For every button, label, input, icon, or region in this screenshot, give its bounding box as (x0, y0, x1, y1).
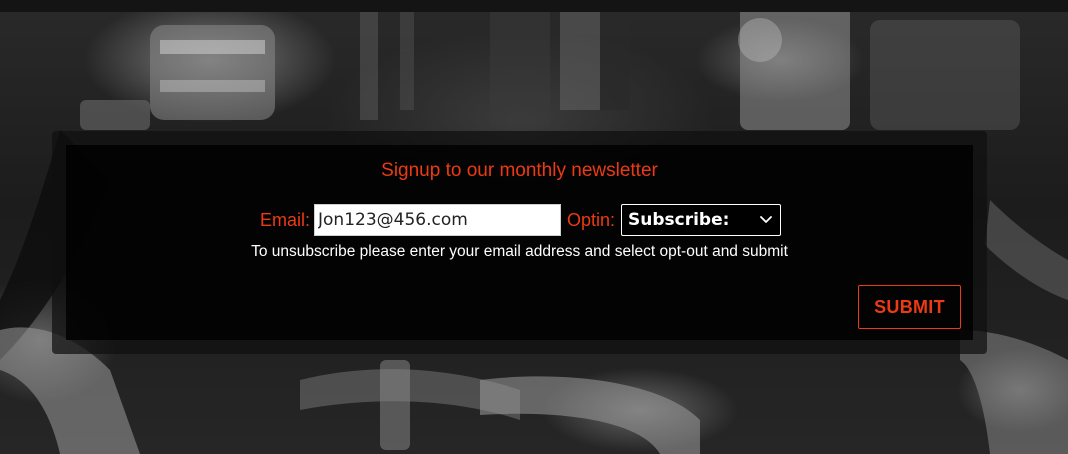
chevron-down-icon (760, 216, 772, 223)
submit-button[interactable]: SUBMIT (858, 285, 961, 329)
newsletter-form-row: Email: Optin: Subscribe: (0, 203, 1068, 237)
newsletter-title: Signup to our monthly newsletter (381, 160, 658, 181)
top-bar (0, 0, 1068, 12)
unsubscribe-hint: To unsubscribe please enter your email a… (251, 243, 788, 260)
email-input[interactable] (314, 204, 561, 236)
optin-label: Optin: (567, 210, 616, 230)
optin-selected-value: Subscribe: (628, 210, 730, 230)
page-background: Signup to our monthly newsletter Email: … (0, 0, 1068, 454)
optin-select[interactable]: Subscribe: (621, 204, 781, 236)
email-label: Email: (260, 210, 311, 230)
